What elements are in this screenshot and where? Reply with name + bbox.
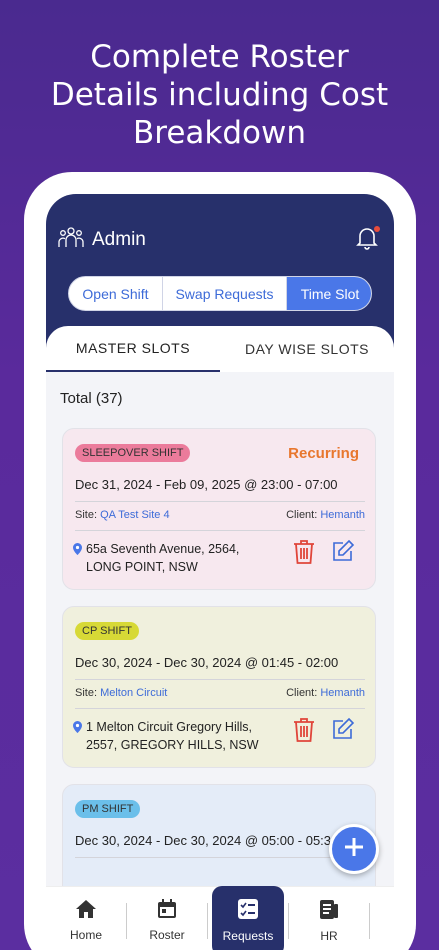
- promo-title: Complete Roster Details including Cost B…: [0, 38, 439, 152]
- plus-icon: [343, 836, 365, 863]
- nav-home-label: Home: [69, 928, 102, 942]
- address-line-1: 65a Seventh Avenue, 2564,: [86, 542, 240, 556]
- slot-dates: Dec 30, 2024 - Dec 30, 2024 @ 01:45 - 02…: [75, 655, 339, 670]
- add-slot-button[interactable]: [329, 824, 379, 874]
- nav-roster[interactable]: Roster: [127, 887, 207, 950]
- edit-icon[interactable]: [331, 717, 355, 746]
- divider: [75, 501, 365, 502]
- segment-swap-requests[interactable]: Swap Requests: [163, 277, 287, 310]
- checklist-icon: [237, 898, 259, 929]
- tab-day-wise-slots[interactable]: DAY WISE SLOTS: [220, 326, 394, 372]
- promo-title-line-2: Details including Cost: [50, 77, 389, 113]
- client-label: Client:: [286, 509, 321, 521]
- users-icon: [58, 226, 92, 254]
- site-link[interactable]: Melton Circuit: [100, 687, 167, 699]
- nav-roster-label: Roster: [149, 928, 185, 942]
- notification-dot: [374, 226, 380, 232]
- promo-title-line-1: Complete Roster: [90, 39, 349, 75]
- site-client-row: Site: QA Test Site 4 Client: Hemanth: [75, 509, 365, 521]
- slot-dates: Dec 31, 2024 - Feb 09, 2025 @ 23:00 - 07…: [75, 477, 338, 492]
- divider: [75, 679, 365, 680]
- nav-divider: [369, 902, 370, 939]
- location-pin-icon: [73, 542, 82, 576]
- calendar-icon: [157, 899, 177, 928]
- hr-document-icon: [319, 898, 339, 929]
- delete-icon[interactable]: [293, 717, 315, 748]
- site-client-row: Site: Melton Circuit Client: Hemanth: [75, 687, 365, 699]
- location-pin-icon: [73, 720, 82, 754]
- segment-open-shift[interactable]: Open Shift: [69, 277, 163, 310]
- request-type-segmented-control: Open Shift Swap Requests Time Slot: [68, 276, 372, 311]
- tab-master-slots[interactable]: MASTER SLOTS: [46, 326, 220, 372]
- address-line-1: 1 Melton Circuit Gregory Hills,: [86, 720, 253, 734]
- slot-dates: Dec 30, 2024 - Dec 30, 2024 @ 05:00 - 05…: [75, 833, 339, 848]
- address-line-2: 2557, GREGORY HILLS, NSW: [86, 738, 259, 752]
- slot-tabs: MASTER SLOTS DAY WISE SLOTS: [46, 326, 394, 372]
- nav-home[interactable]: Home: [46, 887, 126, 950]
- nav-divider: [207, 902, 208, 939]
- divider: [75, 857, 365, 858]
- segment-time-slot[interactable]: Time Slot: [287, 277, 371, 310]
- site-label: Site:: [75, 687, 101, 699]
- client-link[interactable]: Hemanth: [320, 509, 365, 521]
- client-label: Client:: [286, 687, 321, 699]
- recurring-label: Recurring: [288, 445, 359, 462]
- nav-requests[interactable]: Requests: [212, 885, 284, 950]
- phone-frame: Admin Open Shift Swap Requests Time Slot…: [24, 172, 416, 950]
- client-info: Client: Hemanth: [286, 687, 365, 699]
- address: 1 Melton Circuit Gregory Hills, 2557, GR…: [73, 718, 273, 754]
- shift-type-badge: SLEEPOVER SHIFT: [75, 444, 191, 462]
- nav-hr-label: HR: [320, 929, 338, 943]
- address-line-2: LONG POINT, NSW: [86, 560, 198, 574]
- nav-hr[interactable]: HR: [289, 887, 369, 950]
- app-title-text: Admin: [92, 229, 146, 250]
- total-count: Total (37): [60, 390, 123, 407]
- divider: [75, 708, 365, 709]
- content-panel: MASTER SLOTS DAY WISE SLOTS Total (37) S…: [46, 326, 394, 904]
- shift-type-badge: PM SHIFT: [75, 800, 141, 818]
- slot-list[interactable]: Total (37) SLEEPOVER SHIFT Recurring Dec…: [46, 372, 394, 904]
- address: 65a Seventh Avenue, 2564, LONG POINT, NS…: [73, 540, 273, 576]
- nav-requests-label: Requests: [222, 929, 274, 943]
- client-link[interactable]: Hemanth: [320, 687, 365, 699]
- home-icon: [75, 899, 97, 928]
- app-title: Admin: [58, 226, 146, 254]
- slot-card[interactable]: SLEEPOVER SHIFT Recurring Dec 31, 2024 -…: [62, 428, 376, 590]
- divider: [75, 530, 365, 531]
- client-info: Client: Hemanth: [286, 509, 365, 521]
- shift-type-badge: CP SHIFT: [75, 622, 139, 640]
- site-link[interactable]: QA Test Site 4: [100, 509, 170, 521]
- bottom-navigation: Home Roster Requests HR: [46, 885, 394, 950]
- app-screen: Admin Open Shift Swap Requests Time Slot…: [46, 194, 394, 950]
- slot-card[interactable]: CP SHIFT Dec 30, 2024 - Dec 30, 2024 @ 0…: [62, 606, 376, 768]
- edit-icon[interactable]: [331, 539, 355, 568]
- site-label: Site:: [75, 509, 101, 521]
- promo-title-line-3: Breakdown: [133, 115, 306, 151]
- delete-icon[interactable]: [293, 539, 315, 570]
